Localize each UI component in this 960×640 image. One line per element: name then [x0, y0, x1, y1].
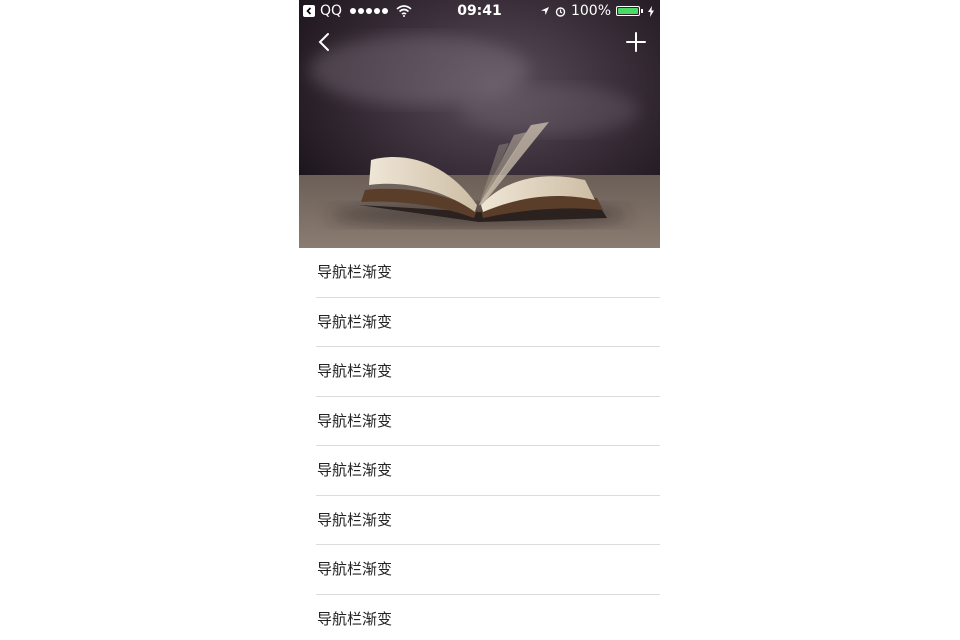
list-item-label: 导航栏渐变 — [317, 362, 393, 380]
list-item[interactable]: 导航栏渐变 — [299, 347, 660, 397]
list-item-label: 导航栏渐变 — [317, 510, 393, 529]
alarm-icon — [555, 6, 566, 17]
status-bar: QQ 09:41 100% — [299, 0, 660, 22]
list-item[interactable]: 导航栏渐变 — [299, 446, 660, 496]
battery-percent: 100% — [570, 3, 611, 19]
list-item[interactable]: 导航栏渐变 — [299, 595, 660, 640]
list-item[interactable]: 导航栏渐变 — [299, 496, 660, 545]
table-list: 导航栏渐变 导航栏渐变 导航栏渐变 导航栏渐变 导航栏渐变 导航栏渐变 导航栏渐… — [299, 248, 660, 640]
location-arrow-icon — [540, 7, 549, 15]
charging-bolt-icon — [648, 5, 654, 17]
battery-icon — [616, 6, 643, 16]
list-item-label: 导航栏渐变 — [317, 461, 393, 479]
list-item-label: 导航栏渐变 — [317, 411, 393, 430]
list-item[interactable]: 导航栏渐变 — [299, 248, 660, 298]
list-item[interactable]: 导航栏渐变 — [299, 545, 660, 595]
list-item[interactable]: 导航栏渐变 — [299, 397, 660, 446]
list-item-label: 导航栏渐变 — [317, 263, 393, 281]
navigation-bar — [299, 22, 660, 66]
list-item-label: 导航栏渐变 — [317, 312, 393, 331]
list-item-label: 导航栏渐变 — [317, 560, 393, 578]
back-chevron-icon[interactable] — [313, 30, 337, 54]
phone-screen: QQ 09:41 100% 导航栏渐变 导航栏渐变 导航栏渐变 导航栏渐变 导航… — [299, 0, 660, 640]
plus-icon[interactable] — [624, 30, 648, 54]
list-item-label: 导航栏渐变 — [317, 609, 393, 628]
list-item[interactable]: 导航栏渐变 — [299, 298, 660, 347]
